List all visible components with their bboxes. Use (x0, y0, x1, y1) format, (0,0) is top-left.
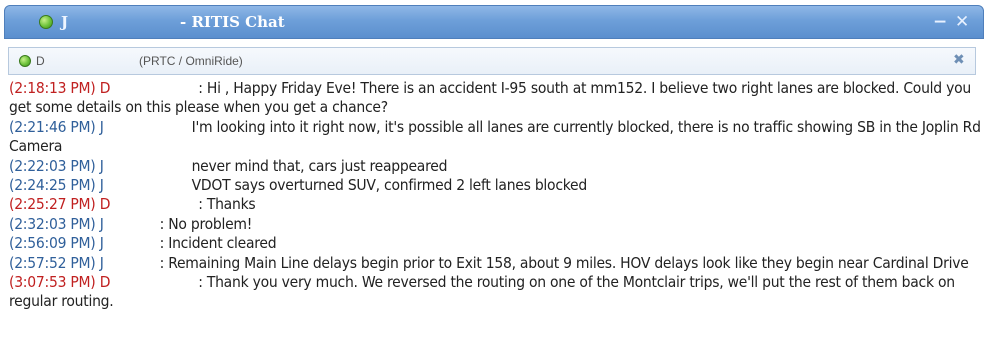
message-timestamp: (2:22:03 PM) (9, 156, 96, 175)
message-timestamp: (2:21:46 PM) (9, 117, 96, 136)
chat-message: (3:07:53 PM) D: Thank you very much. We … (9, 273, 984, 312)
contact-status-icon (19, 55, 31, 67)
message-sender: J (99, 156, 104, 175)
message-timestamp: (3:07:53 PM) (9, 273, 96, 292)
message-sender: D (99, 273, 111, 292)
conversation-tab[interactable]: D (PRTC / OmniRide) ✖ (8, 47, 976, 75)
chat-message: (2:24:25 PM) J VDOT says overturned SUV, … (9, 176, 984, 195)
message-text: : Thank you very much. We reversed the r… (9, 273, 955, 311)
message-timestamp: (2:24:25 PM) (9, 176, 96, 195)
message-timestamp: (2:57:52 PM) (9, 253, 96, 272)
online-status-icon (39, 15, 53, 29)
chat-message: (2:32:03 PM) J : No problem! (9, 215, 984, 234)
message-sender: J (99, 253, 104, 272)
close-icon[interactable]: ✕ (955, 13, 969, 31)
minimize-icon[interactable]: − (933, 13, 947, 31)
chat-window: J - RITIS Chat − ✕ D (PRTC / OmniRide) ✖… (0, 0, 990, 358)
contact-organization: (PRTC / OmniRide) (139, 54, 243, 68)
message-sender: J (99, 214, 104, 233)
message-sender: D (99, 79, 111, 97)
message-timestamp: (2:56:09 PM) (9, 234, 96, 253)
message-text: : No problem! (159, 214, 253, 233)
tab-close-icon[interactable]: ✖ (953, 52, 965, 68)
chat-message: (2:21:46 PM) J I'm looking into it right … (9, 118, 984, 157)
message-text: : Thanks (198, 195, 256, 214)
chat-message: (2:57:52 PM) J : Remaining Main Line dela… (9, 254, 984, 273)
message-text: : Remaining Main Line delays begin prior… (159, 253, 969, 272)
message-sender: J (99, 176, 104, 195)
title-bar[interactable]: J - RITIS Chat − ✕ (4, 5, 984, 39)
chat-message: (2:25:27 PM) D : Thanks (9, 195, 984, 214)
message-timestamp: (2:32:03 PM) (9, 214, 96, 233)
contact-name: D (36, 54, 45, 68)
message-text: : Hi , Happy Friday Eve! There is an acc… (9, 79, 971, 117)
chat-message: (2:22:03 PM) Jnever mind that, cars just… (9, 157, 984, 176)
window-title: - RITIS Chat (180, 13, 285, 31)
title-username: J (61, 13, 69, 31)
message-timestamp: (2:25:27 PM) (9, 195, 96, 214)
chat-message: (2:18:13 PM) D: Hi , Happy Friday Eve! T… (9, 79, 984, 118)
message-sender: D (99, 195, 111, 214)
message-text: VDOT says overturned SUV, confirmed 2 le… (191, 176, 588, 195)
message-log[interactable]: (2:18:13 PM) D: Hi , Happy Friday Eve! T… (9, 79, 984, 312)
message-text: I'm looking into it right now, it's poss… (9, 117, 981, 156)
message-sender: J (99, 234, 104, 253)
message-text: : Incident cleared (159, 234, 277, 253)
message-sender: J (99, 117, 104, 136)
chat-message: (2:56:09 PM) J : Incident cleared (9, 234, 984, 253)
message-timestamp: (2:18:13 PM) (9, 79, 96, 97)
message-text: never mind that, cars just reappeared (191, 156, 448, 175)
